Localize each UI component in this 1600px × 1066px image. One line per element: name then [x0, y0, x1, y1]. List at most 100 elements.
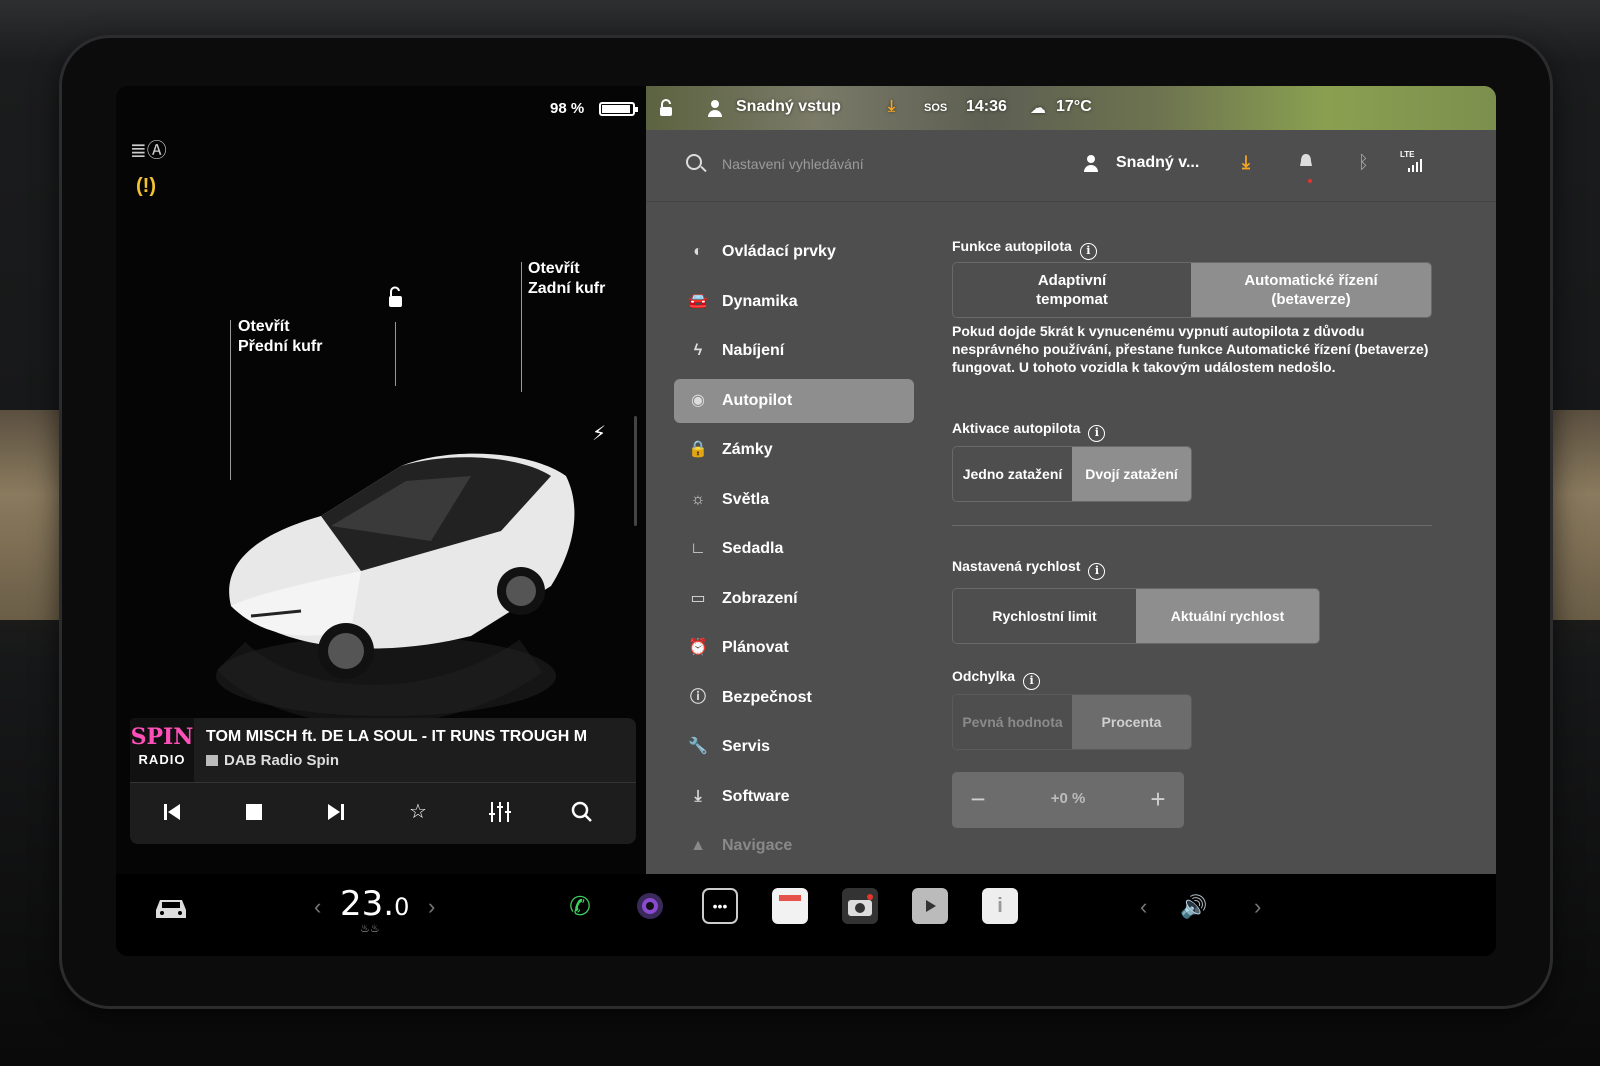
- nav-item-display[interactable]: ▭ Zobrazení: [674, 577, 914, 621]
- set-speed-title: Nastavená rychlost i: [952, 558, 1106, 580]
- clock: 14:36: [966, 98, 1007, 115]
- option-percentage[interactable]: Procenta: [1072, 695, 1191, 749]
- media-divider: [130, 782, 636, 783]
- open-frunk-label-2: Přední kufr: [238, 338, 323, 355]
- status-profile-name[interactable]: Snadný vstup: [736, 98, 841, 116]
- option-adaptive-cruise[interactable]: Adaptivní tempomat: [953, 263, 1191, 317]
- seat-heater-icon[interactable]: ♨♨: [360, 922, 380, 935]
- nav-item-safety[interactable]: ⓘ Bezpečnost: [674, 676, 914, 720]
- track-source: DAB Radio Spin: [206, 752, 339, 769]
- nav-item-seats[interactable]: ∟ Sedadla: [674, 527, 914, 571]
- car-controls-icon[interactable]: [152, 892, 190, 922]
- info-icon[interactable]: i: [1088, 425, 1106, 442]
- nav-item-controls[interactable]: ◐ Ovládací prvky: [674, 230, 914, 274]
- cabin-temperature[interactable]: 23.0: [340, 884, 409, 924]
- option-double-pull[interactable]: Dvojí zatažení: [1072, 447, 1191, 501]
- autopilot-features-title: Funkce autopilota i: [952, 238, 1097, 260]
- bottom-bar: ‹ 23.0 › ♨♨ ✆ ••• i ‹ 🔊 ›: [116, 874, 1496, 956]
- option-current-speed[interactable]: Aktuální rychlost: [1136, 589, 1319, 643]
- bolt-icon: ϟ: [693, 342, 703, 359]
- tire-pressure-warning-icon[interactable]: (!): [136, 175, 156, 198]
- battery-icon: [599, 102, 638, 116]
- radio-icon: [206, 755, 218, 766]
- calendar-icon[interactable]: [772, 888, 808, 924]
- autopilot-features-selector: Adaptivní tempomat Automatické řízení (b…: [952, 262, 1432, 318]
- wrench-icon: 🔧: [688, 738, 708, 755]
- offset-increase-button[interactable]: +: [1144, 786, 1172, 814]
- open-trunk-button[interactable]: Otevřít Zadní kufr: [528, 259, 605, 299]
- pane-drag-handle[interactable]: [634, 416, 637, 526]
- navigation-arrow-icon: ▲: [690, 837, 706, 854]
- nav-item-software[interactable]: ⤓ Software: [674, 775, 914, 819]
- track-source-label: DAB Radio Spin: [224, 752, 339, 769]
- camera-lens-icon[interactable]: [632, 888, 668, 924]
- download-status-icon[interactable]: ⤓: [888, 98, 895, 116]
- dashcam-icon[interactable]: [842, 888, 878, 924]
- lock-open-icon[interactable]: [658, 99, 674, 117]
- more-icon[interactable]: •••: [702, 888, 738, 924]
- settings-nav: ◐ Ovládací prvky 🚘 Dynamika ϟ Nabíjení ◉ Aut…: [674, 230, 914, 874]
- offset-decrease-button[interactable]: −: [964, 786, 992, 814]
- autopilot-activation-title: Aktivace autopilota i: [952, 420, 1106, 442]
- open-trunk-label-1: Otevřít: [528, 260, 580, 277]
- manual-icon[interactable]: i: [982, 888, 1018, 924]
- offset-value: +0 %: [1050, 790, 1086, 807]
- set-speed-selector: Rychlostní limit Aktuální rychlost: [952, 588, 1320, 644]
- volume-down-chevron-icon[interactable]: ‹: [1140, 894, 1147, 920]
- settings-pane: Snadný vstup ⤓ SOS 14:36 ☁ 17°C Snadný v…: [646, 86, 1496, 874]
- volume-up-chevron-icon[interactable]: ›: [1254, 894, 1261, 920]
- profile-name[interactable]: Snadný v...: [1116, 154, 1199, 172]
- sun-icon: ☼: [690, 490, 706, 508]
- settings-search-input[interactable]: [722, 148, 1022, 180]
- bluetooth-icon[interactable]: ᛒ: [1358, 152, 1369, 173]
- autopilot-strike-warning: Pokud dojde 5krát k vynucenému vypnutí a…: [952, 323, 1429, 375]
- bell-icon[interactable]: [1298, 152, 1314, 172]
- signal-bars-icon: [1408, 159, 1422, 172]
- phone-icon[interactable]: ✆: [562, 888, 598, 924]
- station-logo-top: SPIN: [130, 724, 194, 750]
- search-icon[interactable]: [560, 794, 604, 830]
- option-fixed-value[interactable]: Pevná hodnota: [953, 695, 1072, 749]
- info-icon[interactable]: i: [1088, 563, 1106, 580]
- battery-percentage: 98 %: [550, 100, 585, 117]
- volume-icon[interactable]: 🔊: [1180, 894, 1207, 920]
- stop-icon[interactable]: [232, 794, 276, 830]
- nav-item-lights[interactable]: ☼ Světla: [674, 478, 914, 522]
- software-update-icon[interactable]: ⤓: [1242, 152, 1250, 173]
- favorite-star-icon[interactable]: ☆: [396, 794, 440, 830]
- nav-item-service[interactable]: 🔧 Servis: [674, 725, 914, 769]
- nav-item-locks[interactable]: 🔒 Zámky: [674, 428, 914, 472]
- charge-port-icon[interactable]: ⚡: [592, 421, 606, 446]
- profile-icon[interactable]: [708, 100, 722, 118]
- profile-icon[interactable]: [1084, 155, 1098, 173]
- settings-search-row: Snadný v... ⤓ ᛒ LTE: [646, 130, 1496, 202]
- equalizer-icon[interactable]: [478, 794, 522, 830]
- alarm-clock-icon: ⏰: [688, 639, 708, 656]
- option-single-pull[interactable]: Jedno zatažení: [953, 447, 1072, 501]
- section-divider: [952, 525, 1432, 526]
- nav-item-autopilot[interactable]: ◉ Autopilot: [674, 378, 914, 423]
- option-autosteer[interactable]: Automatické řízení (betaverze): [1191, 263, 1431, 317]
- nav-item-navigation[interactable]: ▲ Navigace: [674, 824, 914, 868]
- nav-item-schedule[interactable]: ⏰ Plánovat: [674, 626, 914, 670]
- nav-item-dynamics[interactable]: 🚘 Dynamika: [674, 280, 914, 324]
- auto-headlights-icon[interactable]: ≣Ⓐ: [130, 134, 167, 163]
- temp-down-chevron-icon[interactable]: ‹: [314, 894, 321, 920]
- previous-icon[interactable]: [150, 794, 194, 830]
- info-icon[interactable]: i: [1023, 673, 1041, 690]
- station-logo-bottom: RADIO: [138, 752, 186, 767]
- info-icon[interactable]: i: [1079, 243, 1097, 260]
- unlock-icon[interactable]: [386, 286, 404, 308]
- video-icon[interactable]: [912, 888, 948, 924]
- car-model-image: [216, 453, 575, 725]
- option-speed-limit[interactable]: Rychlostní limit: [953, 589, 1136, 643]
- temp-up-chevron-icon[interactable]: ›: [428, 894, 435, 920]
- station-logo: SPIN RADIO: [130, 718, 194, 782]
- sos-badge[interactable]: SOS: [924, 102, 947, 114]
- offset-selector: Pevná hodnota Procenta: [952, 694, 1192, 750]
- next-icon[interactable]: [314, 794, 358, 830]
- notification-dot: [1308, 179, 1312, 183]
- open-frunk-button[interactable]: Otevřít Přední kufr: [238, 317, 322, 357]
- nav-item-charging[interactable]: ϟ Nabíjení: [674, 329, 914, 373]
- media-player: SPIN RADIO TOM MISCH ft. DE LA SOUL - IT…: [130, 718, 636, 844]
